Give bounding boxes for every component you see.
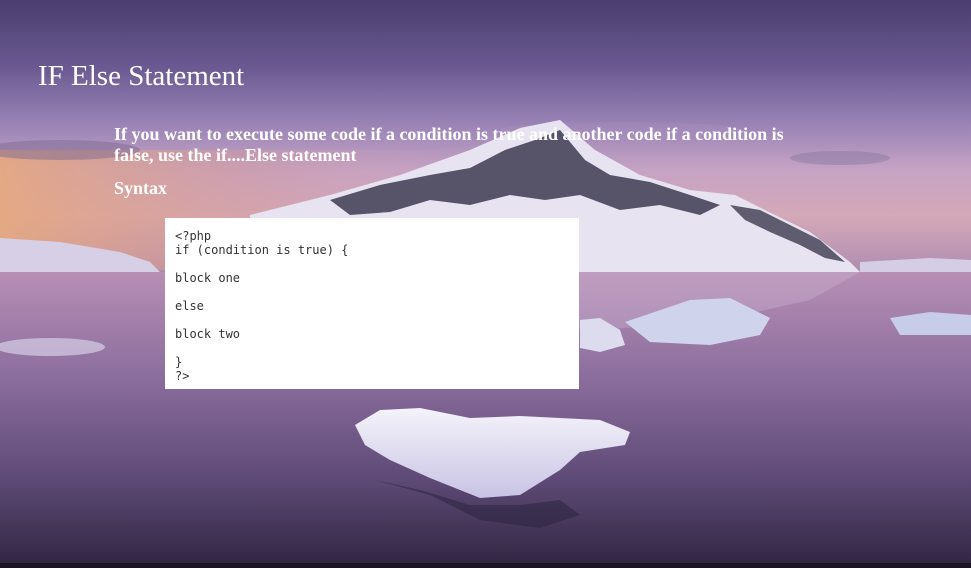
- code-line: }: [175, 355, 183, 369]
- code-line: ?>: [175, 369, 190, 383]
- ice-floe: [0, 338, 105, 356]
- slide: IF Else Statement If you want to execute…: [0, 0, 971, 568]
- code-line: if (condition is true) {: [175, 243, 349, 257]
- code-line: block one: [175, 271, 241, 285]
- intro-text: If you want to execute some code if a co…: [114, 124, 784, 165]
- syntax-heading: Syntax: [114, 178, 168, 198]
- code-line: else: [175, 299, 204, 313]
- code-line: block two: [175, 327, 241, 341]
- code-line: <?php: [175, 229, 212, 243]
- slide-title: IF Else Statement: [38, 60, 245, 92]
- code-block: <?php if (condition is true) { block one…: [165, 218, 579, 389]
- bottom-strip: [0, 563, 971, 568]
